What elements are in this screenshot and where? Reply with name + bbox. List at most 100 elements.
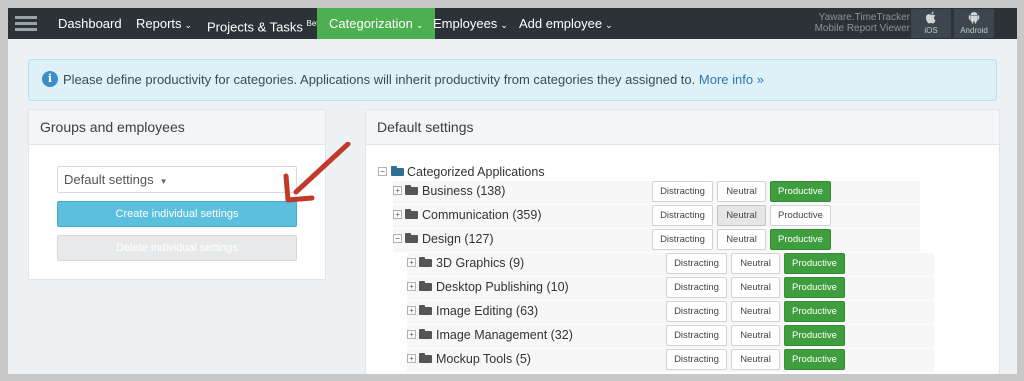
delete-individual-settings-button[interactable]: Delete individual settings — [57, 235, 297, 261]
tree-row[interactable]: − Design (127) Distracting Neutral Productiv… — [393, 229, 920, 252]
screenshot-frame: Dashboard Reports ⌄ Projects & Tasks Beta… — [0, 0, 1024, 381]
category-label: Communication (359) — [422, 208, 542, 222]
plus-square-icon[interactable]: + — [407, 354, 416, 363]
annotation-arrow-icon — [283, 142, 351, 203]
nav-dashboard[interactable]: Dashboard — [46, 8, 134, 39]
category-label: Design (127) — [422, 232, 494, 246]
productive-button[interactable]: Productive — [784, 349, 845, 370]
productive-button[interactable]: Productive — [770, 205, 831, 226]
create-individual-settings-button[interactable]: Create individual settings — [57, 201, 297, 227]
folder-icon — [405, 185, 418, 195]
plus-square-icon[interactable]: + — [393, 210, 402, 219]
folder-body — [419, 259, 432, 267]
hamburger-icon[interactable] — [15, 14, 37, 33]
category-label: Business (138) — [422, 184, 506, 198]
brand-line2: Mobile Report Viewer — [814, 23, 910, 34]
neutral-button[interactable]: Neutral — [731, 349, 780, 370]
category-label: Image Editing (63) — [436, 304, 539, 318]
chevron-down-icon: ⌄ — [184, 20, 193, 30]
category-label: Desktop Publishing (10) — [436, 280, 569, 294]
folder-body — [419, 283, 432, 291]
neutral-button[interactable]: Neutral — [731, 325, 780, 346]
info-alert: i Please define productivity for categor… — [28, 59, 997, 101]
more-info-link[interactable]: More info » — [699, 72, 764, 87]
productive-button[interactable]: Productive — [770, 229, 831, 250]
default-settings-panel: Default settings − Categorized Applicatio… — [365, 109, 1000, 374]
plus-square-icon[interactable]: + — [407, 258, 416, 267]
mobile-report-viewer-label[interactable]: Yaware.TimeTracker Mobile Report Viewer — [798, 12, 910, 34]
plus-square-icon[interactable]: + — [407, 330, 416, 339]
panel-title: Groups and employees — [29, 110, 325, 145]
info-icon: i — [42, 71, 58, 87]
distracting-button[interactable]: Distracting — [666, 253, 727, 274]
tree-row[interactable]: + Desktop Publishing (10) Distracting Neutr… — [407, 277, 934, 300]
category-label: Image Management (32) — [436, 328, 573, 342]
apple-icon — [911, 11, 951, 26]
neutral-button[interactable]: Neutral — [717, 181, 766, 202]
folder-icon — [419, 353, 432, 363]
productive-button[interactable]: Productive — [784, 253, 845, 274]
folder-icon — [405, 209, 418, 219]
nav-employees[interactable]: Employees ⌄ — [421, 8, 520, 39]
plus-square-icon[interactable]: + — [407, 306, 416, 315]
productive-button[interactable]: Productive — [770, 181, 831, 202]
folder-body — [405, 187, 418, 195]
alert-message: Please define productivity for categorie… — [63, 72, 764, 87]
folder-body — [419, 307, 432, 315]
distracting-button[interactable]: Distracting — [666, 301, 727, 322]
distracting-button[interactable]: Distracting — [652, 205, 713, 226]
folder-icon — [405, 233, 418, 243]
productive-button[interactable]: Productive — [784, 325, 845, 346]
android-icon — [954, 11, 994, 26]
distracting-button[interactable]: Distracting — [666, 325, 727, 346]
folder-body — [419, 331, 432, 339]
folder-body — [419, 355, 432, 363]
category-tree: − Categorized Applications + Business (138)… — [366, 110, 1001, 374]
android-label: Android — [960, 26, 988, 35]
distracting-button[interactable]: Distracting — [666, 277, 727, 298]
tree-row[interactable]: + Communication (359) Distracting Neutral Pr… — [393, 205, 920, 228]
tree-root-label: Categorized Applications — [407, 165, 545, 179]
distracting-button[interactable]: Distracting — [652, 229, 713, 250]
productive-button[interactable]: Productive — [784, 301, 845, 322]
plus-square-icon[interactable]: + — [393, 186, 402, 195]
settings-select[interactable]: Default settings ▼ — [57, 166, 297, 193]
neutral-button[interactable]: Neutral — [717, 205, 766, 226]
distracting-button[interactable]: Distracting — [666, 349, 727, 370]
nav-add-employee[interactable]: Add employee ⌄ — [507, 8, 625, 39]
neutral-button[interactable]: Neutral — [731, 301, 780, 322]
folder-icon — [419, 329, 432, 339]
brand-line1: Yaware.TimeTracker — [818, 12, 910, 23]
neutral-button[interactable]: Neutral — [717, 229, 766, 250]
folder-body — [405, 235, 418, 243]
minus-square-icon[interactable]: − — [378, 167, 387, 176]
nav-projects-tasks[interactable]: Projects & Tasks Beta — [195, 8, 335, 39]
productive-button[interactable]: Productive — [784, 277, 845, 298]
ios-app-button[interactable]: iOS — [911, 9, 951, 38]
caret-down-icon: ▼ — [159, 177, 168, 186]
folder-body — [405, 211, 418, 219]
distracting-button[interactable]: Distracting — [652, 181, 713, 202]
folder-icon — [419, 305, 432, 315]
category-label: Mockup Tools (5) — [436, 352, 531, 366]
android-app-button[interactable]: Android — [954, 9, 994, 38]
neutral-button[interactable]: Neutral — [731, 277, 780, 298]
minus-square-icon[interactable]: − — [393, 234, 402, 243]
top-navbar: Dashboard Reports ⌄ Projects & Tasks Beta… — [8, 8, 1017, 39]
tree-row[interactable]: + Business (138) Distracting Neutral Product… — [393, 181, 920, 204]
folder-icon — [419, 257, 432, 267]
neutral-button[interactable]: Neutral — [731, 253, 780, 274]
nav-categorization[interactable]: Categorization ⌄ — [317, 8, 436, 39]
folder-icon — [391, 166, 404, 176]
tree-row[interactable]: +3D Graphics (9) Distracting Neutral Produc… — [407, 253, 934, 276]
category-label: 3D Graphics (9) — [436, 256, 525, 270]
alert-text: Please define productivity for categorie… — [63, 72, 699, 87]
select-value: Default settings — [64, 172, 154, 187]
plus-square-icon[interactable]: + — [407, 282, 416, 291]
tree-row[interactable]: + Mockup Tools (5) Distracting Neutral Produ… — [407, 349, 934, 372]
nav-reports[interactable]: Reports ⌄ — [124, 8, 204, 39]
tree-row[interactable]: + Image Management (32) Distracting Neutral… — [407, 325, 934, 348]
tree-row[interactable]: + Image Editing (63) Distracting Neutral Pro… — [407, 301, 934, 324]
folder-icon — [419, 281, 432, 291]
app-window: Dashboard Reports ⌄ Projects & Tasks Beta… — [8, 8, 1017, 374]
